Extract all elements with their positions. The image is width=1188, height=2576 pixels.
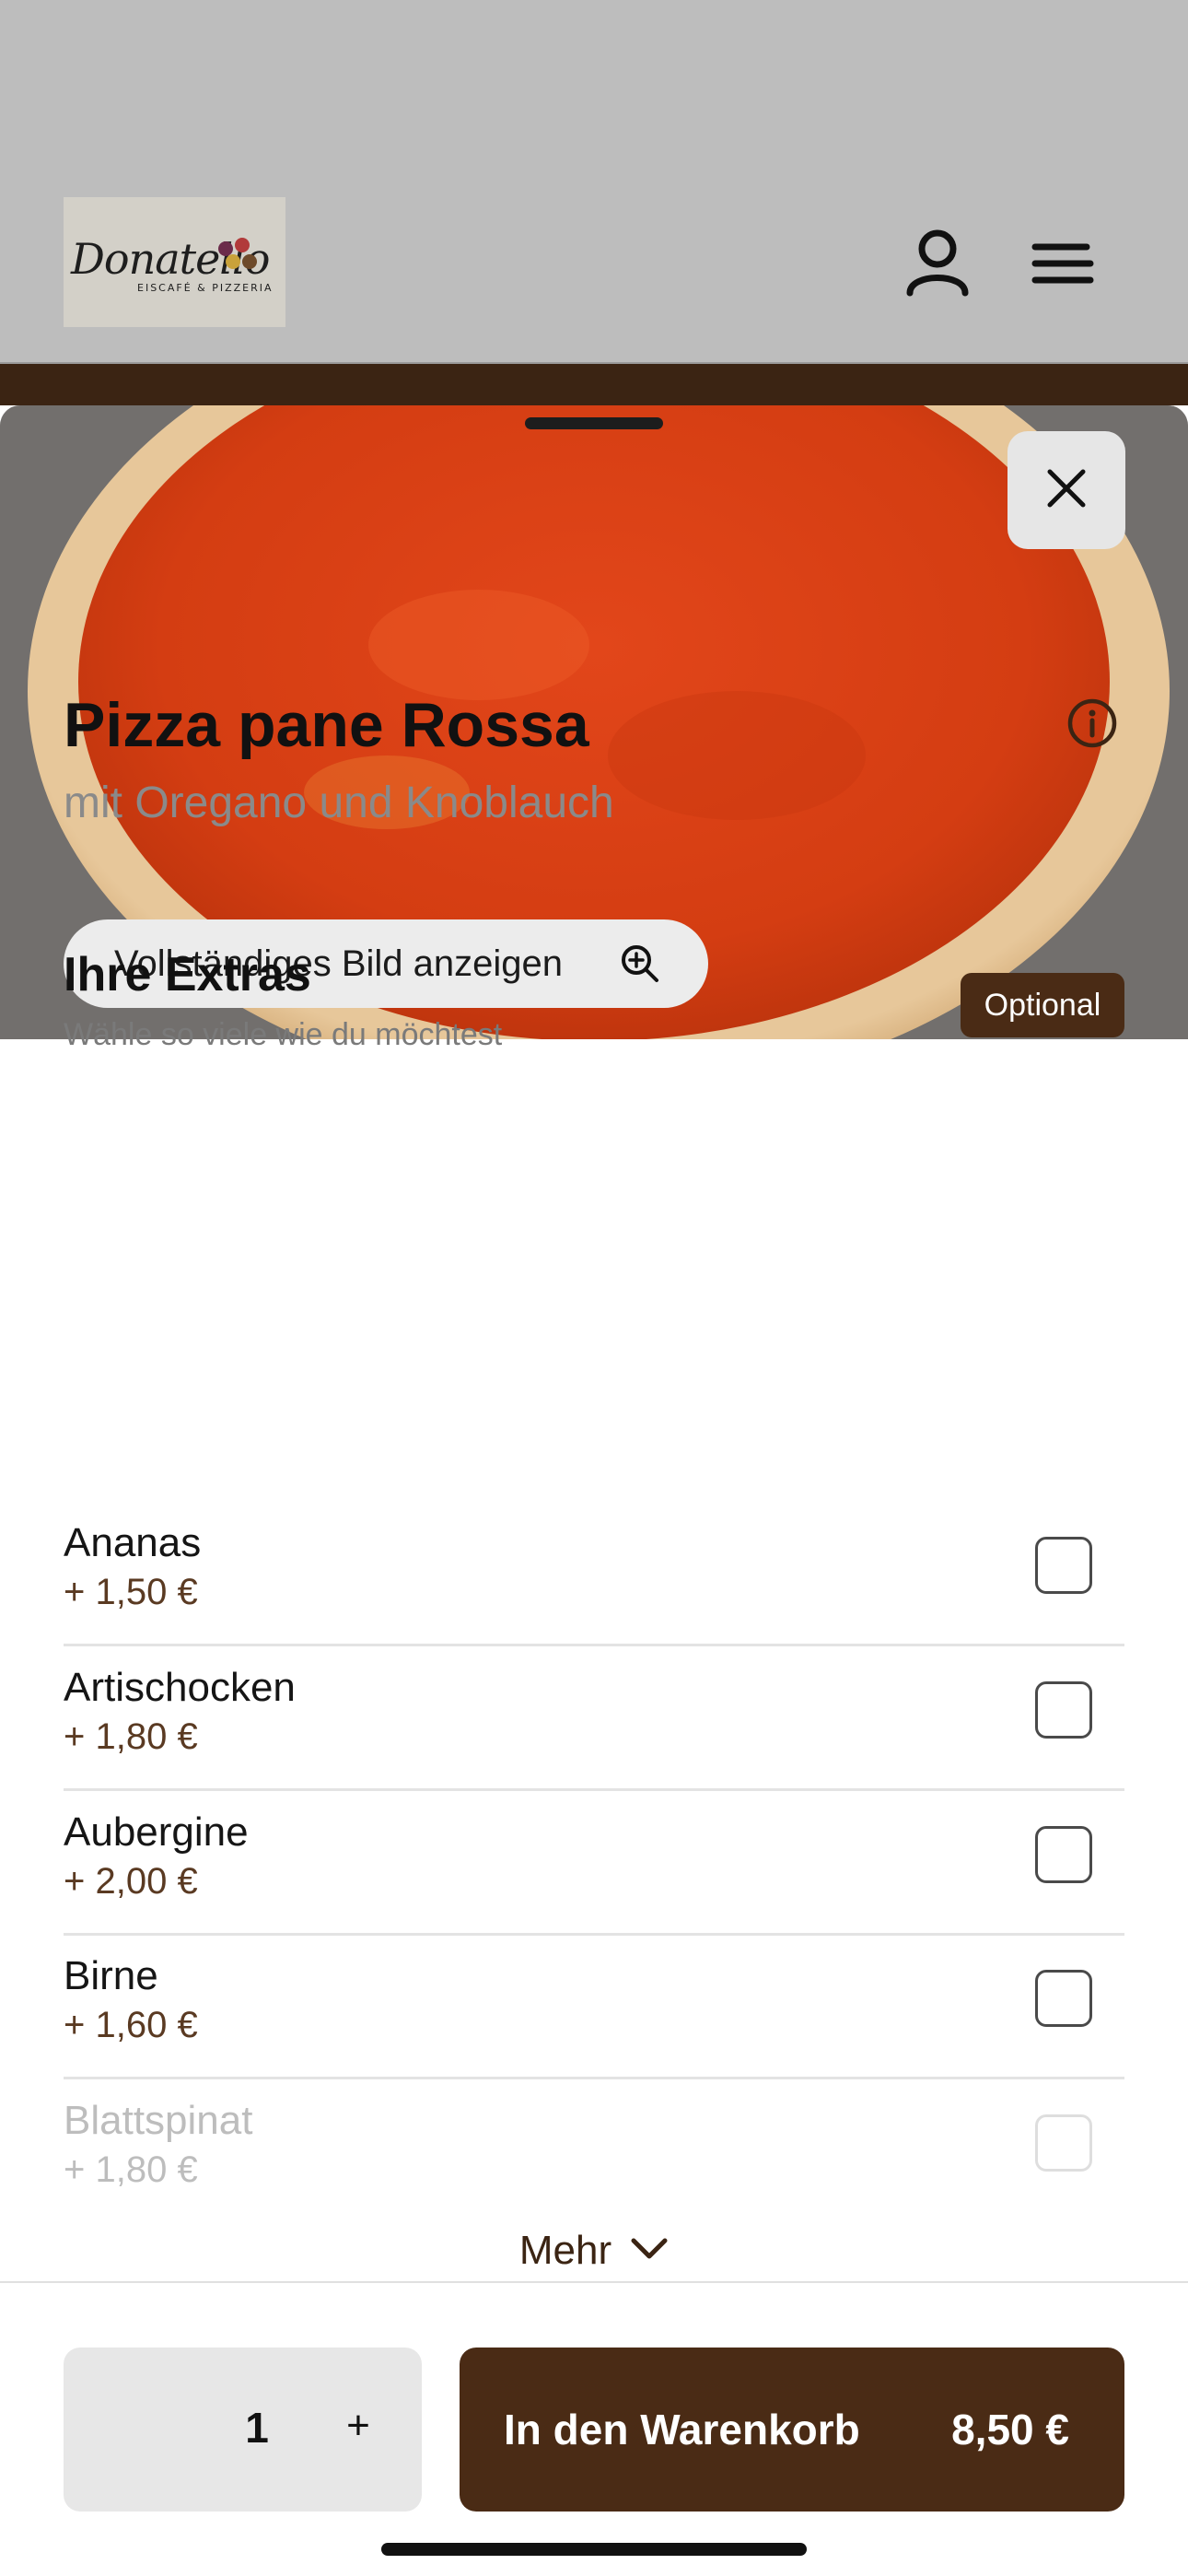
option-checkbox[interactable]: [1035, 1537, 1092, 1594]
product-title: Pizza pane Rossa: [64, 690, 589, 760]
quantity-stepper: 1 +: [64, 2348, 422, 2512]
logo-dot-gold: [226, 254, 240, 269]
extra-option-birne[interactable]: Birne + 1,60 €: [64, 1935, 1124, 2079]
option-price: + 1,60 €: [64, 2005, 198, 2045]
option-checkbox[interactable]: [1035, 1970, 1092, 2027]
option-name: Birne: [64, 1953, 158, 1998]
chevron-down-icon: [630, 2237, 669, 2266]
option-name: Aubergine: [64, 1809, 249, 1855]
option-name: Ananas: [64, 1520, 202, 1565]
zoom-in-icon: [620, 943, 660, 989]
footer-divider: [0, 2281, 1188, 2283]
close-button[interactable]: [1007, 431, 1125, 549]
logo[interactable]: Donatello EISCAFÉ & PIZZERIA: [64, 197, 285, 327]
option-name: Artischocken: [64, 1665, 296, 1710]
extras-title: Ihre Extras: [64, 948, 311, 1001]
sheet-grabber[interactable]: [525, 417, 663, 429]
extra-option-artischocken[interactable]: Artischocken + 1,80 €: [64, 1646, 1124, 1791]
logo-dot-brown: [242, 254, 257, 269]
option-checkbox[interactable]: [1035, 2114, 1092, 2172]
optional-badge: Optional: [961, 973, 1124, 1037]
option-checkbox[interactable]: [1035, 1826, 1092, 1883]
close-icon: [1046, 468, 1087, 513]
show-more-button[interactable]: Mehr: [0, 2219, 1188, 2283]
extra-option-ananas[interactable]: Ananas + 1,50 €: [64, 1502, 1124, 1646]
option-price: + 1,80 €: [64, 1716, 198, 1757]
hamburger-icon[interactable]: [1031, 241, 1094, 286]
extra-option-blattspinat[interactable]: Blattspinat + 1,80 €: [64, 2079, 1124, 2224]
app-header: Donatello EISCAFÉ & PIZZERIA: [0, 0, 1188, 364]
show-more-label: Mehr: [518, 2228, 612, 2273]
extras-hint: Wähle so viele wie du möchtest: [64, 1017, 503, 1052]
option-checkbox[interactable]: [1035, 1681, 1092, 1739]
cart-total-price: 8,50 €: [951, 2406, 1069, 2453]
brown-strip: [0, 364, 1188, 405]
home-indicator[interactable]: [381, 2543, 807, 2556]
option-name: Blattspinat: [64, 2098, 253, 2143]
extra-option-aubergine[interactable]: Aubergine + 2,00 €: [64, 1791, 1124, 1936]
option-price: + 1,80 €: [64, 2149, 198, 2190]
user-icon[interactable]: [903, 227, 973, 297]
option-price: + 1,50 €: [64, 1572, 198, 1612]
quantity-value: 1: [245, 2404, 269, 2452]
logo-dot-red: [235, 238, 250, 252]
add-to-cart-button[interactable]: In den Warenkorb 8,50 €: [460, 2348, 1124, 2512]
product-subtitle: mit Oregano und Knoblauch: [64, 779, 614, 827]
option-price: + 2,00 €: [64, 1861, 198, 1902]
logo-subtext: EISCAFÉ & PIZZERIA: [137, 282, 274, 294]
add-to-cart-label: In den Warenkorb: [504, 2406, 860, 2453]
increase-quantity-button[interactable]: +: [331, 2403, 386, 2449]
info-icon[interactable]: [1066, 697, 1118, 754]
